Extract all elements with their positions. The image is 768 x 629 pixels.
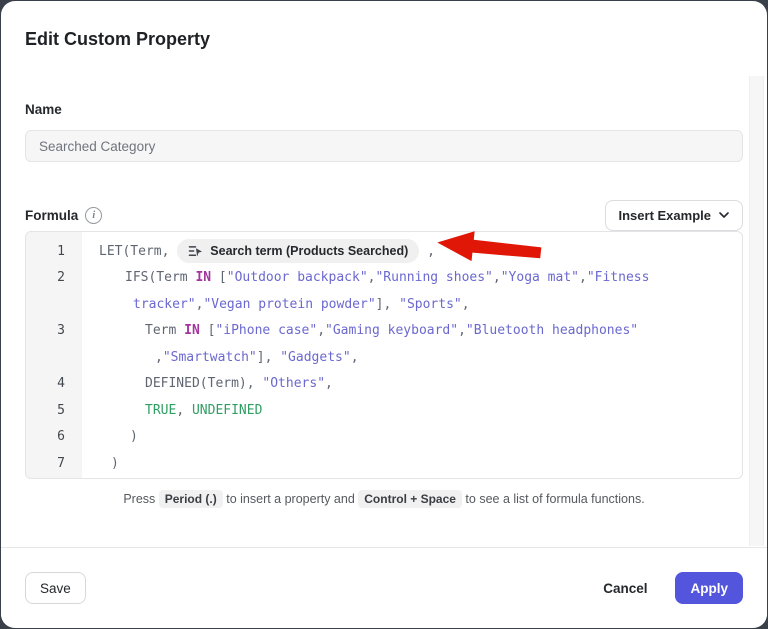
code-token: , <box>368 270 376 285</box>
code-token: ) <box>130 429 138 444</box>
code-token: UNDEFINED <box>192 403 262 418</box>
code-token: , <box>419 244 435 259</box>
code-row: 4DEFINED(Term), "Others", <box>26 371 742 398</box>
code-token: "Fitness <box>587 270 650 285</box>
line-number: 1 <box>26 244 82 259</box>
code-token: IN <box>184 323 200 338</box>
edit-custom-property-dialog: Edit Custom Property Name Formula i Inse… <box>1 1 767 628</box>
code-token: , <box>325 376 333 391</box>
line-number: 2 <box>26 270 82 285</box>
code-line: ,"Smartwatch"], "Gadgets", <box>82 350 742 365</box>
code-token: "Gaming keyboard" <box>325 323 458 338</box>
save-button[interactable]: Save <box>25 572 86 604</box>
formula-editor[interactable]: 1LET(Term, Search term (Products Searche… <box>25 231 743 479</box>
code-token: , <box>351 350 359 365</box>
editor-hint: Press Period (.) to insert a property an… <box>25 492 743 506</box>
scrollbar-track[interactable] <box>749 76 764 546</box>
line-number: 7 <box>26 456 82 471</box>
property-chip[interactable]: Search term (Products Searched) <box>177 239 419 263</box>
line-number: 4 <box>26 376 82 391</box>
code-token: IN <box>195 270 211 285</box>
name-label: Name <box>25 102 743 117</box>
code-token: [ <box>211 270 227 285</box>
line-number: 3 <box>26 323 82 338</box>
code-line: Term IN ["iPhone case","Gaming keyboard"… <box>82 323 742 338</box>
code-token: , <box>176 403 192 418</box>
code-token: , <box>462 297 470 312</box>
kbd-period: Period (.) <box>159 490 223 508</box>
code-row: 1LET(Term, Search term (Products Searche… <box>26 238 742 265</box>
code-token: "Running shoes" <box>375 270 492 285</box>
code-token: [ <box>200 323 216 338</box>
kbd-control-space: Control + Space <box>358 490 462 508</box>
property-filter-icon <box>188 245 203 258</box>
code-line: TRUE, UNDEFINED <box>82 403 742 418</box>
code-token: , <box>493 270 501 285</box>
code-token: "iPhone case" <box>215 323 317 338</box>
apply-button[interactable]: Apply <box>675 572 743 604</box>
code-token: , <box>458 323 466 338</box>
code-token: "Sports" <box>399 297 462 312</box>
code-token: TRUE <box>145 403 176 418</box>
code-token: , <box>196 297 204 312</box>
code-token: ], <box>376 297 399 312</box>
code-token: "Bluetooth headphones" <box>466 323 638 338</box>
code-token: "Vegan protein powder" <box>203 297 375 312</box>
code-token: "Smartwatch" <box>163 350 257 365</box>
info-icon[interactable]: i <box>85 207 102 224</box>
line-number: 6 <box>26 429 82 444</box>
dialog-footer: Save Cancel Apply <box>1 547 767 628</box>
code-token: , <box>317 323 325 338</box>
code-line: ) <box>82 429 742 444</box>
code-line: tracker","Vegan protein powder"], "Sport… <box>82 297 742 312</box>
code-token: "Yoga mat" <box>501 270 579 285</box>
code-token: , <box>579 270 587 285</box>
insert-example-label: Insert Example <box>619 208 712 223</box>
code-row: 6) <box>26 424 742 451</box>
code-token: tracker" <box>133 297 196 312</box>
code-token: DEFINED(Term), <box>145 376 262 391</box>
code-row: 2IFS(Term IN ["Outdoor backpack","Runnin… <box>26 265 742 292</box>
insert-example-button[interactable]: Insert Example <box>605 200 744 231</box>
code-row: 5TRUE, UNDEFINED <box>26 397 742 424</box>
code-line: DEFINED(Term), "Others", <box>82 376 742 391</box>
code-token: ], <box>257 350 280 365</box>
chevron-down-icon <box>719 212 729 218</box>
code-token: "Outdoor backpack" <box>227 270 368 285</box>
code-row: 3Term IN ["iPhone case","Gaming keyboard… <box>26 318 742 345</box>
property-chip-label: Search term (Products Searched) <box>210 244 408 258</box>
code-token: "Others" <box>262 376 325 391</box>
name-input[interactable] <box>25 130 743 162</box>
code-line: ) <box>82 456 742 471</box>
code-row: ,"Smartwatch"], "Gadgets", <box>26 344 742 371</box>
code-token: Term <box>145 323 184 338</box>
code-token: "Gadgets" <box>280 350 350 365</box>
line-number: 5 <box>26 403 82 418</box>
code-line: LET(Term, Search term (Products Searched… <box>82 239 742 263</box>
code-token: IFS(Term <box>125 270 195 285</box>
code-rows: 1LET(Term, Search term (Products Searche… <box>26 238 742 477</box>
code-token: , <box>155 350 163 365</box>
formula-label: Formula <box>25 208 78 223</box>
code-token: LET(Term, <box>99 244 177 259</box>
code-line: IFS(Term IN ["Outdoor backpack","Running… <box>82 270 742 285</box>
page-title: Edit Custom Property <box>25 1 743 50</box>
code-row: tracker","Vegan protein powder"], "Sport… <box>26 291 742 318</box>
cancel-button[interactable]: Cancel <box>597 580 653 597</box>
code-token: ) <box>111 456 119 471</box>
code-row: 7) <box>26 450 742 477</box>
